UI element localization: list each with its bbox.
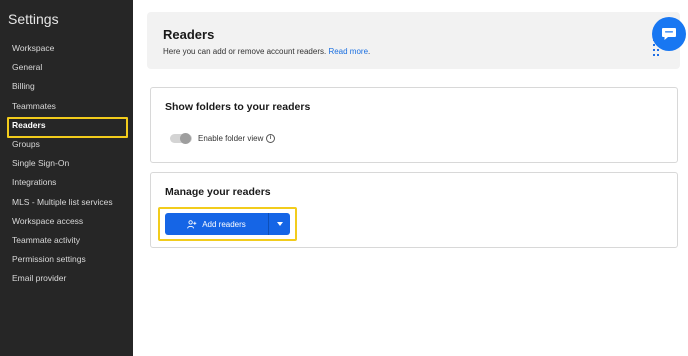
sidebar-item-readers[interactable]: Readers	[0, 116, 133, 138]
settings-sidebar: Settings Workspace General Billing Teamm…	[0, 0, 133, 356]
sidebar-item-permission-settings[interactable]: Permission settings	[0, 250, 133, 269]
chat-bubble-icon	[662, 28, 676, 40]
sidebar-item-workspace[interactable]: Workspace	[0, 39, 133, 58]
sidebar-item-teammates[interactable]: Teammates	[0, 97, 133, 116]
manage-readers-title: Manage your readers	[165, 186, 271, 198]
page-description: Here you can add or remove account reade…	[163, 47, 370, 56]
sidebar-item-teammate-activity[interactable]: Teammate activity	[0, 231, 133, 250]
folder-view-toggle[interactable]	[170, 133, 192, 144]
add-readers-dropdown-button[interactable]	[269, 213, 290, 235]
info-icon[interactable]: i	[266, 134, 275, 143]
chat-launcher-button[interactable]	[652, 17, 686, 51]
sidebar-item-groups[interactable]: Groups	[0, 135, 133, 154]
toggle-knob	[180, 133, 191, 144]
main-content: Readers Here you can add or remove accou…	[133, 0, 688, 356]
add-user-icon	[187, 219, 197, 229]
sidebar-item-general[interactable]: General	[0, 58, 133, 77]
sidebar-item-integrations[interactable]: Integrations	[0, 173, 133, 192]
add-readers-button[interactable]: Add readers	[165, 213, 268, 235]
folders-card-title: Show folders to your readers	[165, 101, 311, 113]
sidebar-item-email-provider[interactable]: Email provider	[0, 269, 133, 288]
page-title: Readers	[163, 27, 215, 42]
page-description-period: .	[368, 47, 371, 56]
sidebar-title: Settings	[8, 11, 59, 27]
sidebar-nav: Workspace General Billing Teammates Read…	[0, 39, 133, 288]
read-more-link[interactable]: Read more	[328, 47, 368, 56]
folder-view-label: Enable folder view	[198, 134, 264, 143]
chevron-down-icon	[276, 222, 283, 226]
folders-card: Show folders to your readers Enable fold…	[150, 87, 678, 163]
page-description-text: Here you can add or remove account reade…	[163, 47, 327, 56]
page-header: Readers Here you can add or remove accou…	[147, 12, 680, 69]
sidebar-item-mls[interactable]: MLS - Multiple list services	[0, 193, 133, 212]
manage-readers-card: Manage your readers Add readers	[150, 172, 678, 248]
sidebar-item-single-sign-on[interactable]: Single Sign-On	[0, 154, 133, 173]
sidebar-item-billing[interactable]: Billing	[0, 77, 133, 96]
add-readers-label: Add readers	[202, 219, 246, 229]
sidebar-item-workspace-access[interactable]: Workspace access	[0, 212, 133, 231]
